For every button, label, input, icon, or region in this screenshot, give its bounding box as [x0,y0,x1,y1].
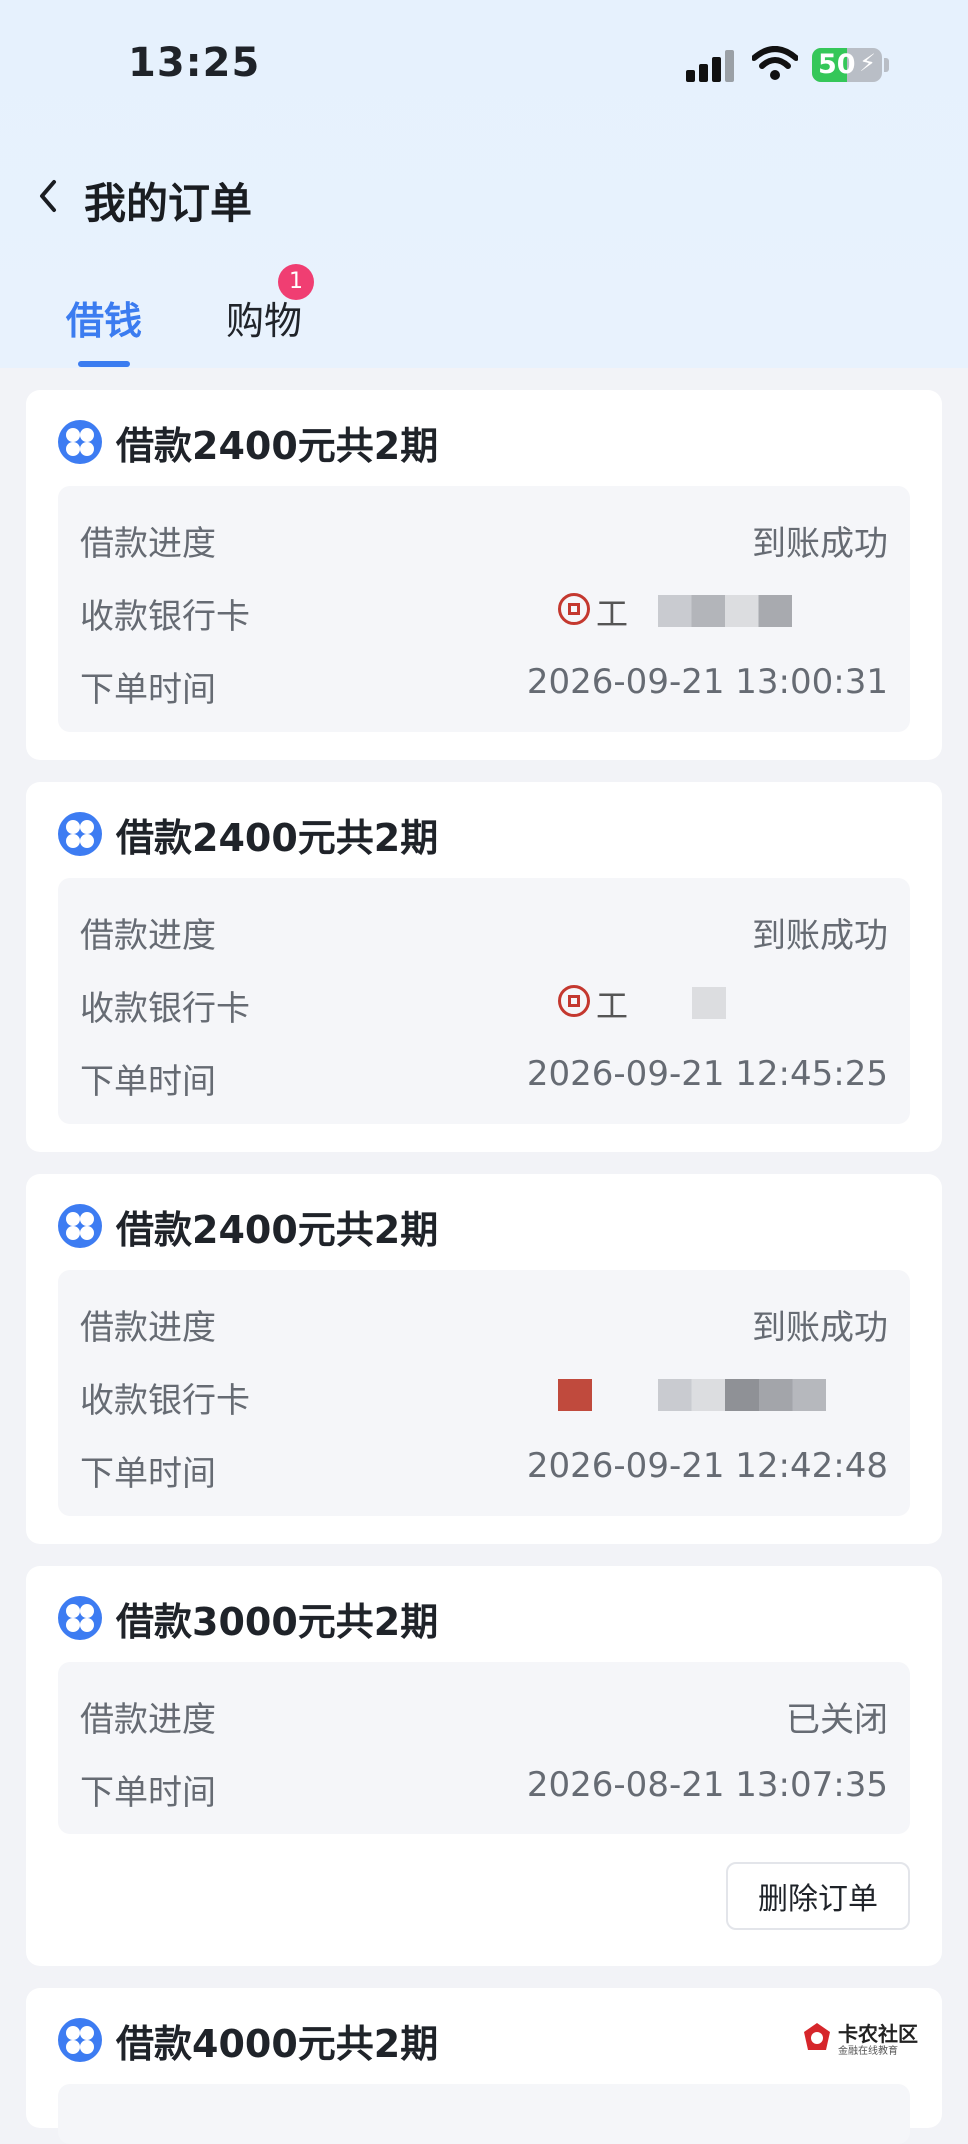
order-header: 借款4000元共2期 [58,2014,438,2066]
app-logo-icon [58,812,102,856]
bank-card-value: 工 [558,585,888,633]
time-row: 下单时间 2026-09-21 12:45:25 [80,1050,888,1102]
redacted-card-number [658,595,792,627]
bank-row: 收款银行卡 工 [80,977,888,1029]
time-label: 下单时间 [80,1773,216,1813]
bank-row: 收款银行卡 工 [80,585,888,637]
app-logo-icon [58,1596,102,1640]
icbc-bank-icon [558,985,590,1017]
bank-row: 收款银行卡 [80,1369,888,1421]
time-row: 下单时间 2026-09-21 12:42:48 [80,1442,888,1494]
battery-cap [884,58,889,72]
icbc-bank-icon [558,593,590,625]
bank-card-value [558,1369,888,1417]
status-bar: 13:25 50 ⚡ [0,0,968,130]
progress-label: 借款进度 [80,524,216,564]
order-card[interactable]: 借款2400元共2期 借款进度 到账成功 收款银行卡 工 下单时间 2026-0… [26,782,942,1152]
order-details [58,2084,910,2144]
bank-label: 收款银行卡 [80,1381,250,1421]
bank-name: 工 [596,987,629,1025]
watermark-logo-icon [804,2023,830,2050]
redacted-bank-icon [558,1379,592,1411]
order-card[interactable]: 借款2400元共2期 借款进度 到账成功 收款银行卡 工 下单时间 2026-0… [26,390,942,760]
bank-name: 工 [596,595,629,633]
bank-card-value: 工 [558,977,888,1025]
order-title: 借款2400元共2期 [116,423,439,468]
order-title: 借款2400元共2期 [116,1207,439,1252]
progress-label: 借款进度 [80,1700,216,1740]
order-header: 借款3000元共2期 [58,1592,438,1644]
order-details: 借款进度 已关闭 下单时间 2026-08-21 13:07:35 [58,1662,910,1834]
time-label: 下单时间 [80,1454,216,1494]
time-value: 2026-09-21 12:42:48 [526,1446,888,1486]
order-details: 借款进度 到账成功 收款银行卡 工 下单时间 2026-09-21 13:00:… [58,486,910,732]
time-value: 2026-08-21 13:07:35 [526,1765,888,1805]
battery-icon: 50 ⚡ [812,48,882,82]
time-value: 2026-09-21 13:00:31 [526,662,888,702]
signal-icon [686,50,736,82]
order-title: 借款4000元共2期 [116,2021,439,2066]
tab-loan[interactable]: 借钱 [66,290,142,345]
progress-label: 借款进度 [80,916,216,956]
progress-row: 借款进度 到账成功 [80,512,888,564]
order-header: 借款2400元共2期 [58,416,438,468]
progress-row: 借款进度 已关闭 [80,1688,888,1740]
battery-level: 50 [818,49,856,80]
charging-icon: ⚡ [859,49,876,77]
time-row: 下单时间 2026-09-21 13:00:31 [80,658,888,710]
progress-label: 借款进度 [80,1308,216,1348]
progress-value: 到账成功 [752,524,888,564]
time-value: 2026-09-21 12:45:25 [526,1054,888,1094]
app-logo-icon [58,1204,102,1248]
watermark: 卡农社区 金融在线教育 [800,2018,924,2058]
progress-value: 到账成功 [752,916,888,956]
delete-order-button[interactable]: 删除订单 [726,1862,910,1930]
redacted-card-number [692,987,726,1019]
order-details: 借款进度 到账成功 收款银行卡 下单时间 2026-09-21 12:42:48 [58,1270,910,1516]
header: 13:25 50 ⚡ 我的订单 借钱 购物 1 [0,0,968,368]
progress-row: 借款进度 到账成功 [80,1296,888,1348]
time-label: 下单时间 [80,1062,216,1102]
time-row: 下单时间 2026-08-21 13:07:35 [80,1761,888,1813]
app-logo-icon [58,420,102,464]
progress-value: 到账成功 [752,1308,888,1348]
active-tab-indicator [78,361,130,367]
progress-value: 已关闭 [786,1700,888,1740]
watermark-tagline: 金融在线教育 [838,2046,898,2057]
order-title: 借款3000元共2期 [116,1599,439,1644]
wifi-icon [752,46,798,80]
order-card[interactable]: 借款3000元共2期 借款进度 已关闭 下单时间 2026-08-21 13:0… [26,1566,942,1966]
order-title: 借款2400元共2期 [116,815,439,860]
order-details: 借款进度 到账成功 收款银行卡 工 下单时间 2026-09-21 12:45:… [58,878,910,1124]
progress-row: 借款进度 到账成功 [80,904,888,956]
back-icon[interactable] [34,176,64,216]
redacted-card-number [658,1379,826,1411]
order-card[interactable]: 借款4000元共2期 [26,1988,942,2144]
notification-badge: 1 [278,264,314,300]
app-logo-icon [58,2018,102,2062]
bank-label: 收款银行卡 [80,989,250,1029]
status-time: 13:25 [128,40,261,86]
time-label: 下单时间 [80,670,216,710]
order-header: 借款2400元共2期 [58,808,438,860]
order-card[interactable]: 借款2400元共2期 借款进度 到账成功 收款银行卡 下单时间 2026-09-… [26,1174,942,1544]
page-title: 我的订单 [84,179,253,228]
bank-label: 收款银行卡 [80,597,250,637]
order-header: 借款2400元共2期 [58,1200,438,1252]
